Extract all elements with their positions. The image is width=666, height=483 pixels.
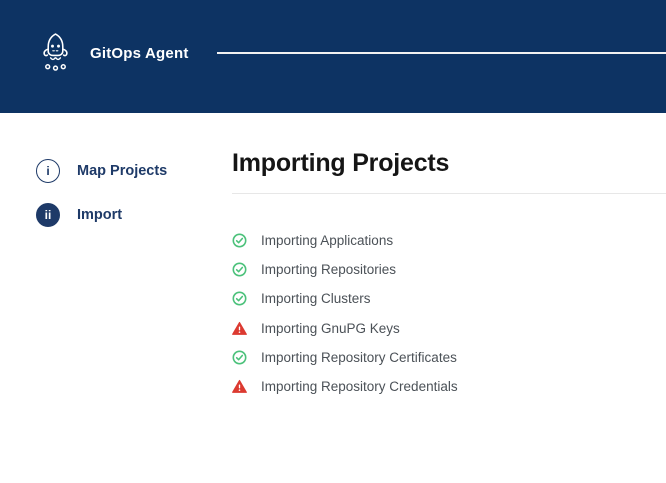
title-divider-line <box>232 193 666 194</box>
brand-title: GitOps Agent <box>90 45 189 62</box>
import-status-label: Importing Clusters <box>261 291 371 306</box>
import-status-label: Importing GnuPG Keys <box>261 321 400 336</box>
import-status-label: Importing Repository Credentials <box>261 379 458 394</box>
step-number-badge: ii <box>36 203 60 227</box>
import-status-row: Importing Repository Certificates <box>232 343 458 372</box>
import-status-list: Importing Applications Importing Reposit… <box>232 226 458 401</box>
import-status-row: Importing Repositories <box>232 255 458 284</box>
success-check-icon <box>232 350 247 365</box>
step-label: Import <box>77 207 122 223</box>
import-status-label: Importing Repository Certificates <box>261 350 457 365</box>
success-check-icon <box>232 262 247 277</box>
header-divider-line <box>217 52 666 54</box>
wizard-step-import[interactable]: ii Import <box>36 203 167 227</box>
page-title: Importing Projects <box>232 147 449 180</box>
import-status-label: Importing Applications <box>261 233 393 248</box>
import-status-row: Importing Applications <box>232 226 458 255</box>
success-check-icon <box>232 233 247 248</box>
import-status-label: Importing Repositories <box>261 262 396 277</box>
wizard-step-map-projects[interactable]: i Map Projects <box>36 159 167 183</box>
octopus-logo-icon <box>38 32 73 75</box>
warning-triangle-icon <box>232 321 247 336</box>
wizard-steps-nav: i Map Projects ii Import <box>36 159 167 227</box>
warning-triangle-icon <box>232 379 247 394</box>
app-header: GitOps Agent <box>0 0 666 113</box>
success-check-icon <box>232 291 247 306</box>
import-status-row: Importing Repository Credentials <box>232 372 458 401</box>
step-number-badge: i <box>36 159 60 183</box>
import-status-row: Importing Clusters <box>232 284 458 313</box>
import-status-row: Importing GnuPG Keys <box>232 314 458 343</box>
app-window: GitOps Agent i Map Projects ii Import Im… <box>0 0 666 483</box>
step-label: Map Projects <box>77 163 167 179</box>
